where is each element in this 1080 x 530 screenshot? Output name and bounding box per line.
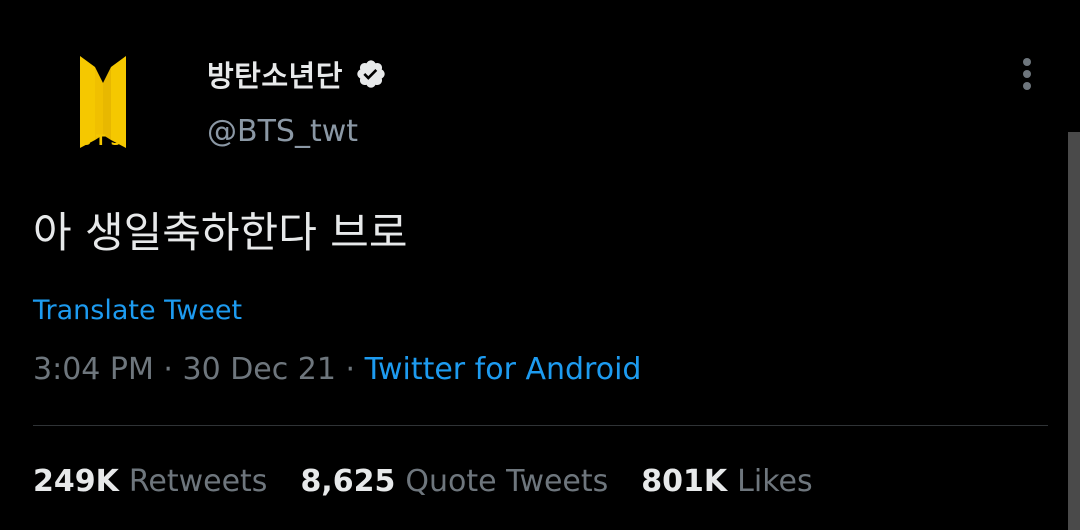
tweet-source-link[interactable]: Twitter for Android bbox=[365, 352, 642, 387]
meta-separator: · bbox=[153, 352, 183, 387]
author-name-row[interactable]: 방탄소년단 bbox=[207, 52, 387, 96]
more-options-icon[interactable] bbox=[1012, 54, 1042, 94]
quote-tweets-count: 8,625 bbox=[300, 464, 396, 499]
likes-count: 801K bbox=[641, 464, 728, 499]
likes-label: Likes bbox=[737, 464, 813, 499]
tweet-time[interactable]: 3:04 PM bbox=[33, 352, 154, 387]
quote-tweets-label: Quote Tweets bbox=[405, 464, 609, 499]
retweets-stat[interactable]: 249K Retweets bbox=[33, 464, 267, 499]
verified-badge-icon bbox=[357, 60, 385, 88]
tweet-text: 아 생일축하한다 브로 bbox=[33, 208, 408, 257]
author-display-name[interactable]: 방탄소년단 bbox=[207, 53, 343, 95]
likes-stat[interactable]: 801K Likes bbox=[641, 464, 812, 499]
author-avatar[interactable]: BTS bbox=[70, 40, 190, 160]
meta-separator: · bbox=[335, 352, 365, 387]
author-handle[interactable]: @BTS_twt bbox=[207, 114, 358, 149]
quote-tweets-stat[interactable]: 8,625 Quote Tweets bbox=[300, 464, 608, 499]
tweet-meta: 3:04 PM · 30 Dec 21 · Twitter for Androi… bbox=[33, 352, 641, 387]
engagement-stats: 249K Retweets 8,625 Quote Tweets 801K Likes bbox=[33, 464, 846, 499]
divider bbox=[33, 425, 1048, 426]
translate-tweet-link[interactable]: Translate Tweet bbox=[33, 295, 242, 326]
retweets-label: Retweets bbox=[128, 464, 268, 499]
tweet-date[interactable]: 30 Dec 21 bbox=[183, 352, 336, 387]
retweets-count: 249K bbox=[33, 464, 119, 499]
logo-text: BTS bbox=[80, 133, 125, 149]
bts-logo-icon: BTS bbox=[80, 56, 126, 149]
scrollbar[interactable] bbox=[1068, 132, 1080, 530]
